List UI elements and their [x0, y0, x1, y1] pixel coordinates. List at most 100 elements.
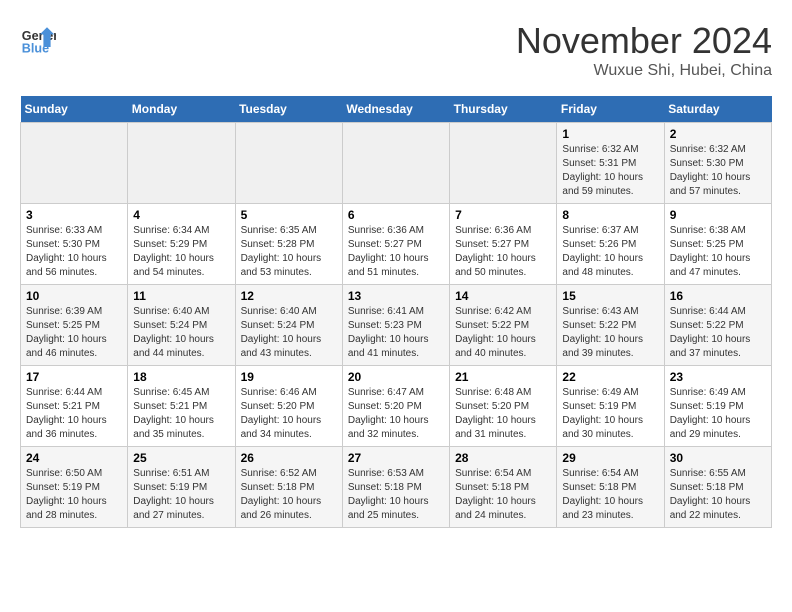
day-cell: 7Sunrise: 6:36 AM Sunset: 5:27 PM Daylig… — [450, 204, 557, 285]
day-info: Sunrise: 6:52 AM Sunset: 5:18 PM Dayligh… — [241, 467, 337, 523]
day-info: Sunrise: 6:51 AM Sunset: 5:19 PM Dayligh… — [133, 467, 229, 523]
day-cell: 11 Sunrise: 6:40 AM Sunset: 5:24 PM Dayli… — [128, 285, 235, 366]
day-cell: 6 Sunrise: 6:36 AM Sunset: 5:27 PM Daylig… — [342, 204, 449, 285]
week-row-5: 24 Sunrise: 6:50 AM Sunset: 5:19 PM Dayli… — [21, 447, 772, 528]
day-cell: 24 Sunrise: 6:50 AM Sunset: 5:19 PM Dayli… — [21, 447, 128, 528]
day-number: 15 — [562, 289, 658, 303]
day-info: Sunrise: 6:48 AM Sunset: 5:20 PM Dayligh… — [455, 386, 551, 442]
day-number: 1 — [562, 127, 658, 141]
day-cell: 16Sunrise: 6:44 AM Sunset: 5:22 PM Dayli… — [664, 285, 771, 366]
month-title: November 2024 — [516, 20, 772, 62]
day-info: Sunrise: 6:39 AM Sunset: 5:25 PM Dayligh… — [26, 305, 122, 361]
day-cell: 20 Sunrise: 6:47 AM Sunset: 5:20 PM Dayli… — [342, 366, 449, 447]
calendar-table: SundayMondayTuesdayWednesdayThursdayFrid… — [20, 96, 772, 528]
header: General Blue November 2024 Wuxue Shi, Hu… — [20, 20, 772, 80]
day-cell: 30 Sunrise: 6:55 AM Sunset: 5:18 PM Dayli… — [664, 447, 771, 528]
day-cell: 13Sunrise: 6:41 AM Sunset: 5:23 PM Dayli… — [342, 285, 449, 366]
day-number: 8 — [562, 208, 658, 222]
weekday-header-friday: Friday — [557, 96, 664, 123]
day-number: 2 — [670, 127, 766, 141]
day-info: Sunrise: 6:45 AM Sunset: 5:21 PM Dayligh… — [133, 386, 229, 442]
day-number: 30 — [670, 451, 766, 465]
logo-icon: General Blue — [20, 20, 56, 56]
day-cell — [450, 123, 557, 204]
weekday-header-monday: Monday — [128, 96, 235, 123]
day-number: 12 — [241, 289, 337, 303]
day-cell: 1 Sunrise: 6:32 AM Sunset: 5:31 PM Daylig… — [557, 123, 664, 204]
day-cell: 26Sunrise: 6:52 AM Sunset: 5:18 PM Dayli… — [235, 447, 342, 528]
day-number: 20 — [348, 370, 444, 384]
day-cell — [235, 123, 342, 204]
day-info: Sunrise: 6:36 AM Sunset: 5:27 PM Dayligh… — [455, 224, 551, 280]
day-info: Sunrise: 6:33 AM Sunset: 5:30 PM Dayligh… — [26, 224, 122, 280]
weekday-header-row: SundayMondayTuesdayWednesdayThursdayFrid… — [21, 96, 772, 123]
week-row-1: 1 Sunrise: 6:32 AM Sunset: 5:31 PM Daylig… — [21, 123, 772, 204]
day-info: Sunrise: 6:36 AM Sunset: 5:27 PM Dayligh… — [348, 224, 444, 280]
day-number: 28 — [455, 451, 551, 465]
day-number: 9 — [670, 208, 766, 222]
day-number: 14 — [455, 289, 551, 303]
day-cell: 27 Sunrise: 6:53 AM Sunset: 5:18 PM Dayli… — [342, 447, 449, 528]
day-number: 23 — [670, 370, 766, 384]
week-row-2: 3 Sunrise: 6:33 AM Sunset: 5:30 PM Daylig… — [21, 204, 772, 285]
day-cell: 21 Sunrise: 6:48 AM Sunset: 5:20 PM Dayli… — [450, 366, 557, 447]
day-cell: 4 Sunrise: 6:34 AM Sunset: 5:29 PM Daylig… — [128, 204, 235, 285]
day-cell: 8Sunrise: 6:37 AM Sunset: 5:26 PM Daylig… — [557, 204, 664, 285]
day-cell: 15 Sunrise: 6:43 AM Sunset: 5:22 PM Dayli… — [557, 285, 664, 366]
day-info: Sunrise: 6:40 AM Sunset: 5:24 PM Dayligh… — [133, 305, 229, 361]
day-number: 27 — [348, 451, 444, 465]
day-info: Sunrise: 6:32 AM Sunset: 5:30 PM Dayligh… — [670, 143, 766, 199]
day-number: 6 — [348, 208, 444, 222]
day-info: Sunrise: 6:44 AM Sunset: 5:22 PM Dayligh… — [670, 305, 766, 361]
day-number: 10 — [26, 289, 122, 303]
day-info: Sunrise: 6:54 AM Sunset: 5:18 PM Dayligh… — [562, 467, 658, 523]
day-number: 18 — [133, 370, 229, 384]
day-number: 5 — [241, 208, 337, 222]
day-info: Sunrise: 6:49 AM Sunset: 5:19 PM Dayligh… — [670, 386, 766, 442]
day-number: 4 — [133, 208, 229, 222]
day-number: 22 — [562, 370, 658, 384]
day-info: Sunrise: 6:38 AM Sunset: 5:25 PM Dayligh… — [670, 224, 766, 280]
day-info: Sunrise: 6:32 AM Sunset: 5:31 PM Dayligh… — [562, 143, 658, 199]
day-info: Sunrise: 6:35 AM Sunset: 5:28 PM Dayligh… — [241, 224, 337, 280]
day-info: Sunrise: 6:43 AM Sunset: 5:22 PM Dayligh… — [562, 305, 658, 361]
weekday-header-thursday: Thursday — [450, 96, 557, 123]
day-cell: 25 Sunrise: 6:51 AM Sunset: 5:19 PM Dayli… — [128, 447, 235, 528]
day-cell: 22Sunrise: 6:49 AM Sunset: 5:19 PM Dayli… — [557, 366, 664, 447]
day-cell: 23 Sunrise: 6:49 AM Sunset: 5:19 PM Dayli… — [664, 366, 771, 447]
logo: General Blue — [20, 20, 56, 56]
day-cell: 10 Sunrise: 6:39 AM Sunset: 5:25 PM Dayli… — [21, 285, 128, 366]
day-number: 21 — [455, 370, 551, 384]
day-info: Sunrise: 6:55 AM Sunset: 5:18 PM Dayligh… — [670, 467, 766, 523]
day-cell: 12 Sunrise: 6:40 AM Sunset: 5:24 PM Dayli… — [235, 285, 342, 366]
day-info: Sunrise: 6:42 AM Sunset: 5:22 PM Dayligh… — [455, 305, 551, 361]
weekday-header-tuesday: Tuesday — [235, 96, 342, 123]
day-info: Sunrise: 6:47 AM Sunset: 5:20 PM Dayligh… — [348, 386, 444, 442]
day-cell: 2 Sunrise: 6:32 AM Sunset: 5:30 PM Daylig… — [664, 123, 771, 204]
title-area: November 2024 Wuxue Shi, Hubei, China — [516, 20, 772, 80]
day-number: 29 — [562, 451, 658, 465]
day-number: 13 — [348, 289, 444, 303]
day-cell: 18 Sunrise: 6:45 AM Sunset: 5:21 PM Dayli… — [128, 366, 235, 447]
day-number: 3 — [26, 208, 122, 222]
day-number: 11 — [133, 289, 229, 303]
weekday-header-wednesday: Wednesday — [342, 96, 449, 123]
day-info: Sunrise: 6:34 AM Sunset: 5:29 PM Dayligh… — [133, 224, 229, 280]
day-info: Sunrise: 6:44 AM Sunset: 5:21 PM Dayligh… — [26, 386, 122, 442]
day-info: Sunrise: 6:54 AM Sunset: 5:18 PM Dayligh… — [455, 467, 551, 523]
day-number: 24 — [26, 451, 122, 465]
day-cell — [21, 123, 128, 204]
day-cell — [128, 123, 235, 204]
day-number: 19 — [241, 370, 337, 384]
day-cell: 17 Sunrise: 6:44 AM Sunset: 5:21 PM Dayli… — [21, 366, 128, 447]
day-cell — [342, 123, 449, 204]
day-number: 17 — [26, 370, 122, 384]
day-info: Sunrise: 6:50 AM Sunset: 5:19 PM Dayligh… — [26, 467, 122, 523]
day-cell: 3 Sunrise: 6:33 AM Sunset: 5:30 PM Daylig… — [21, 204, 128, 285]
day-info: Sunrise: 6:40 AM Sunset: 5:24 PM Dayligh… — [241, 305, 337, 361]
day-info: Sunrise: 6:46 AM Sunset: 5:20 PM Dayligh… — [241, 386, 337, 442]
day-cell: 19 Sunrise: 6:46 AM Sunset: 5:20 PM Dayli… — [235, 366, 342, 447]
day-info: Sunrise: 6:53 AM Sunset: 5:18 PM Dayligh… — [348, 467, 444, 523]
day-number: 25 — [133, 451, 229, 465]
day-cell: 9 Sunrise: 6:38 AM Sunset: 5:25 PM Daylig… — [664, 204, 771, 285]
